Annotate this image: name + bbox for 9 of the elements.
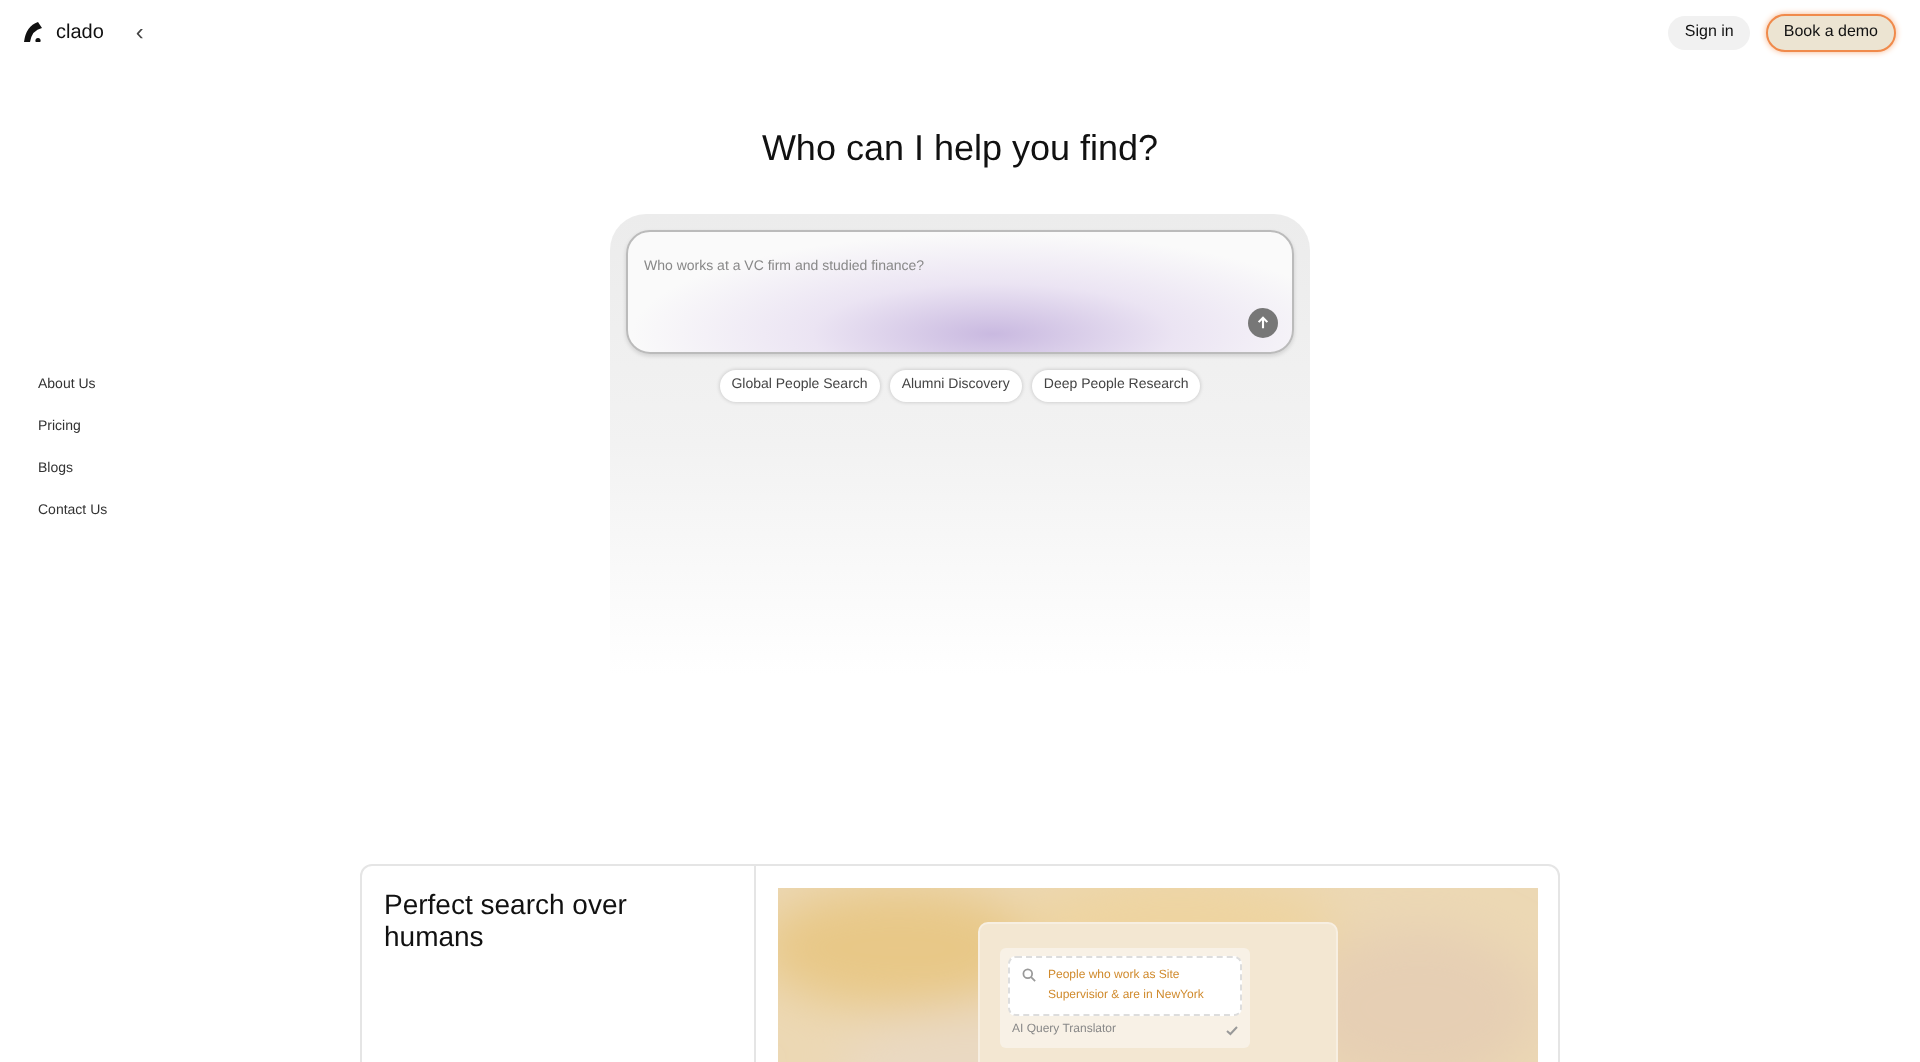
back-button[interactable]: ‹ (135, 20, 144, 44)
arrow-up-icon (1256, 316, 1270, 330)
sign-in-button[interactable]: Sign in (1668, 15, 1750, 49)
logo-text: clado (56, 19, 104, 47)
logo-icon (24, 22, 44, 42)
book-demo-button[interactable]: Book a demo (1765, 13, 1896, 51)
feature-title: Perfect search over humans (384, 888, 629, 952)
search-icon (1022, 968, 1036, 982)
hero-title: Who can I help you find? (761, 126, 1159, 172)
